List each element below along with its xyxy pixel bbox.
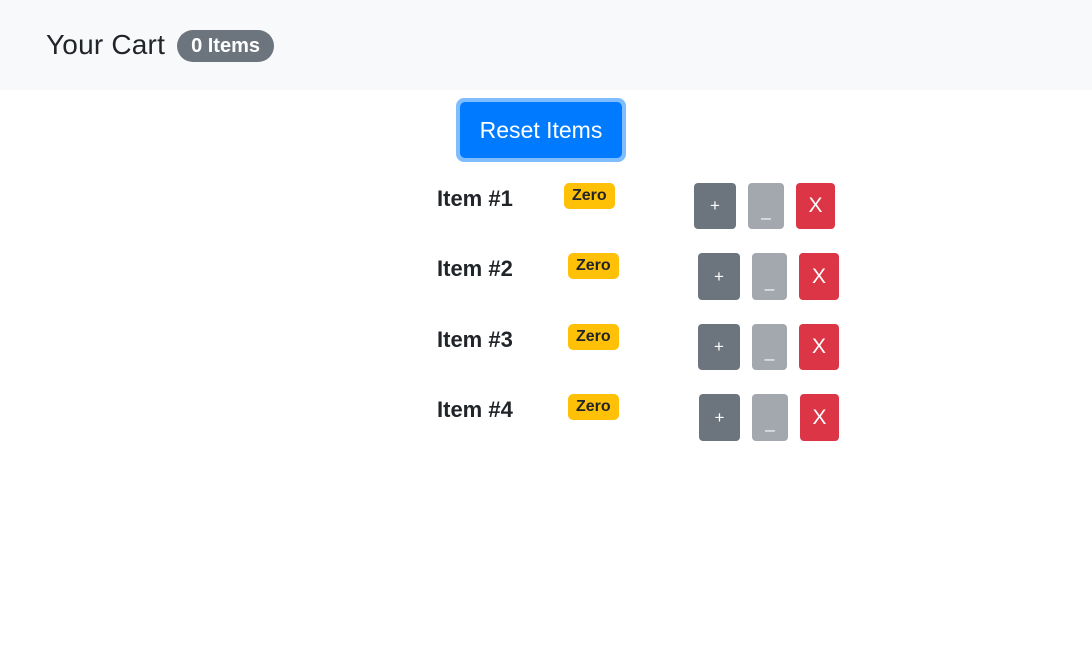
item-label: Item #2 (437, 256, 513, 281)
reset-button-focus-ring: Reset Items (456, 98, 626, 162)
decrement-button[interactable]: _ (752, 324, 787, 370)
reset-items-button[interactable]: Reset Items (460, 102, 622, 158)
decrement-label: _ (765, 412, 775, 432)
increment-button[interactable]: + (699, 394, 740, 441)
decrement-label: _ (764, 271, 775, 291)
item-count-badge: Zero (568, 394, 619, 420)
remove-item-button[interactable]: X (799, 324, 839, 370)
decrement-button[interactable]: _ (752, 253, 787, 300)
item-label: Item #4 (437, 397, 513, 422)
item-count-badge: Zero (568, 324, 619, 350)
increment-button[interactable]: + (694, 183, 736, 229)
decrement-label: _ (764, 342, 775, 361)
increment-button[interactable]: + (698, 324, 740, 370)
navbar: Your Cart 0 Items (0, 0, 1092, 90)
item-label: Item #3 (437, 327, 513, 352)
decrement-button[interactable]: _ (752, 394, 788, 441)
remove-item-button[interactable]: X (799, 253, 839, 300)
increment-button[interactable]: + (698, 253, 740, 300)
item-label: Item #1 (437, 186, 513, 211)
cart-title: Your Cart (46, 29, 166, 60)
item-count-badge: Zero (564, 183, 615, 209)
remove-item-button[interactable]: X (800, 394, 839, 441)
decrement-button[interactable]: _ (748, 183, 784, 229)
cart-count-badge: 0 Items (177, 30, 274, 62)
decrement-label: _ (761, 201, 771, 220)
item-count-badge: Zero (568, 253, 619, 279)
remove-item-button[interactable]: X (796, 183, 835, 229)
